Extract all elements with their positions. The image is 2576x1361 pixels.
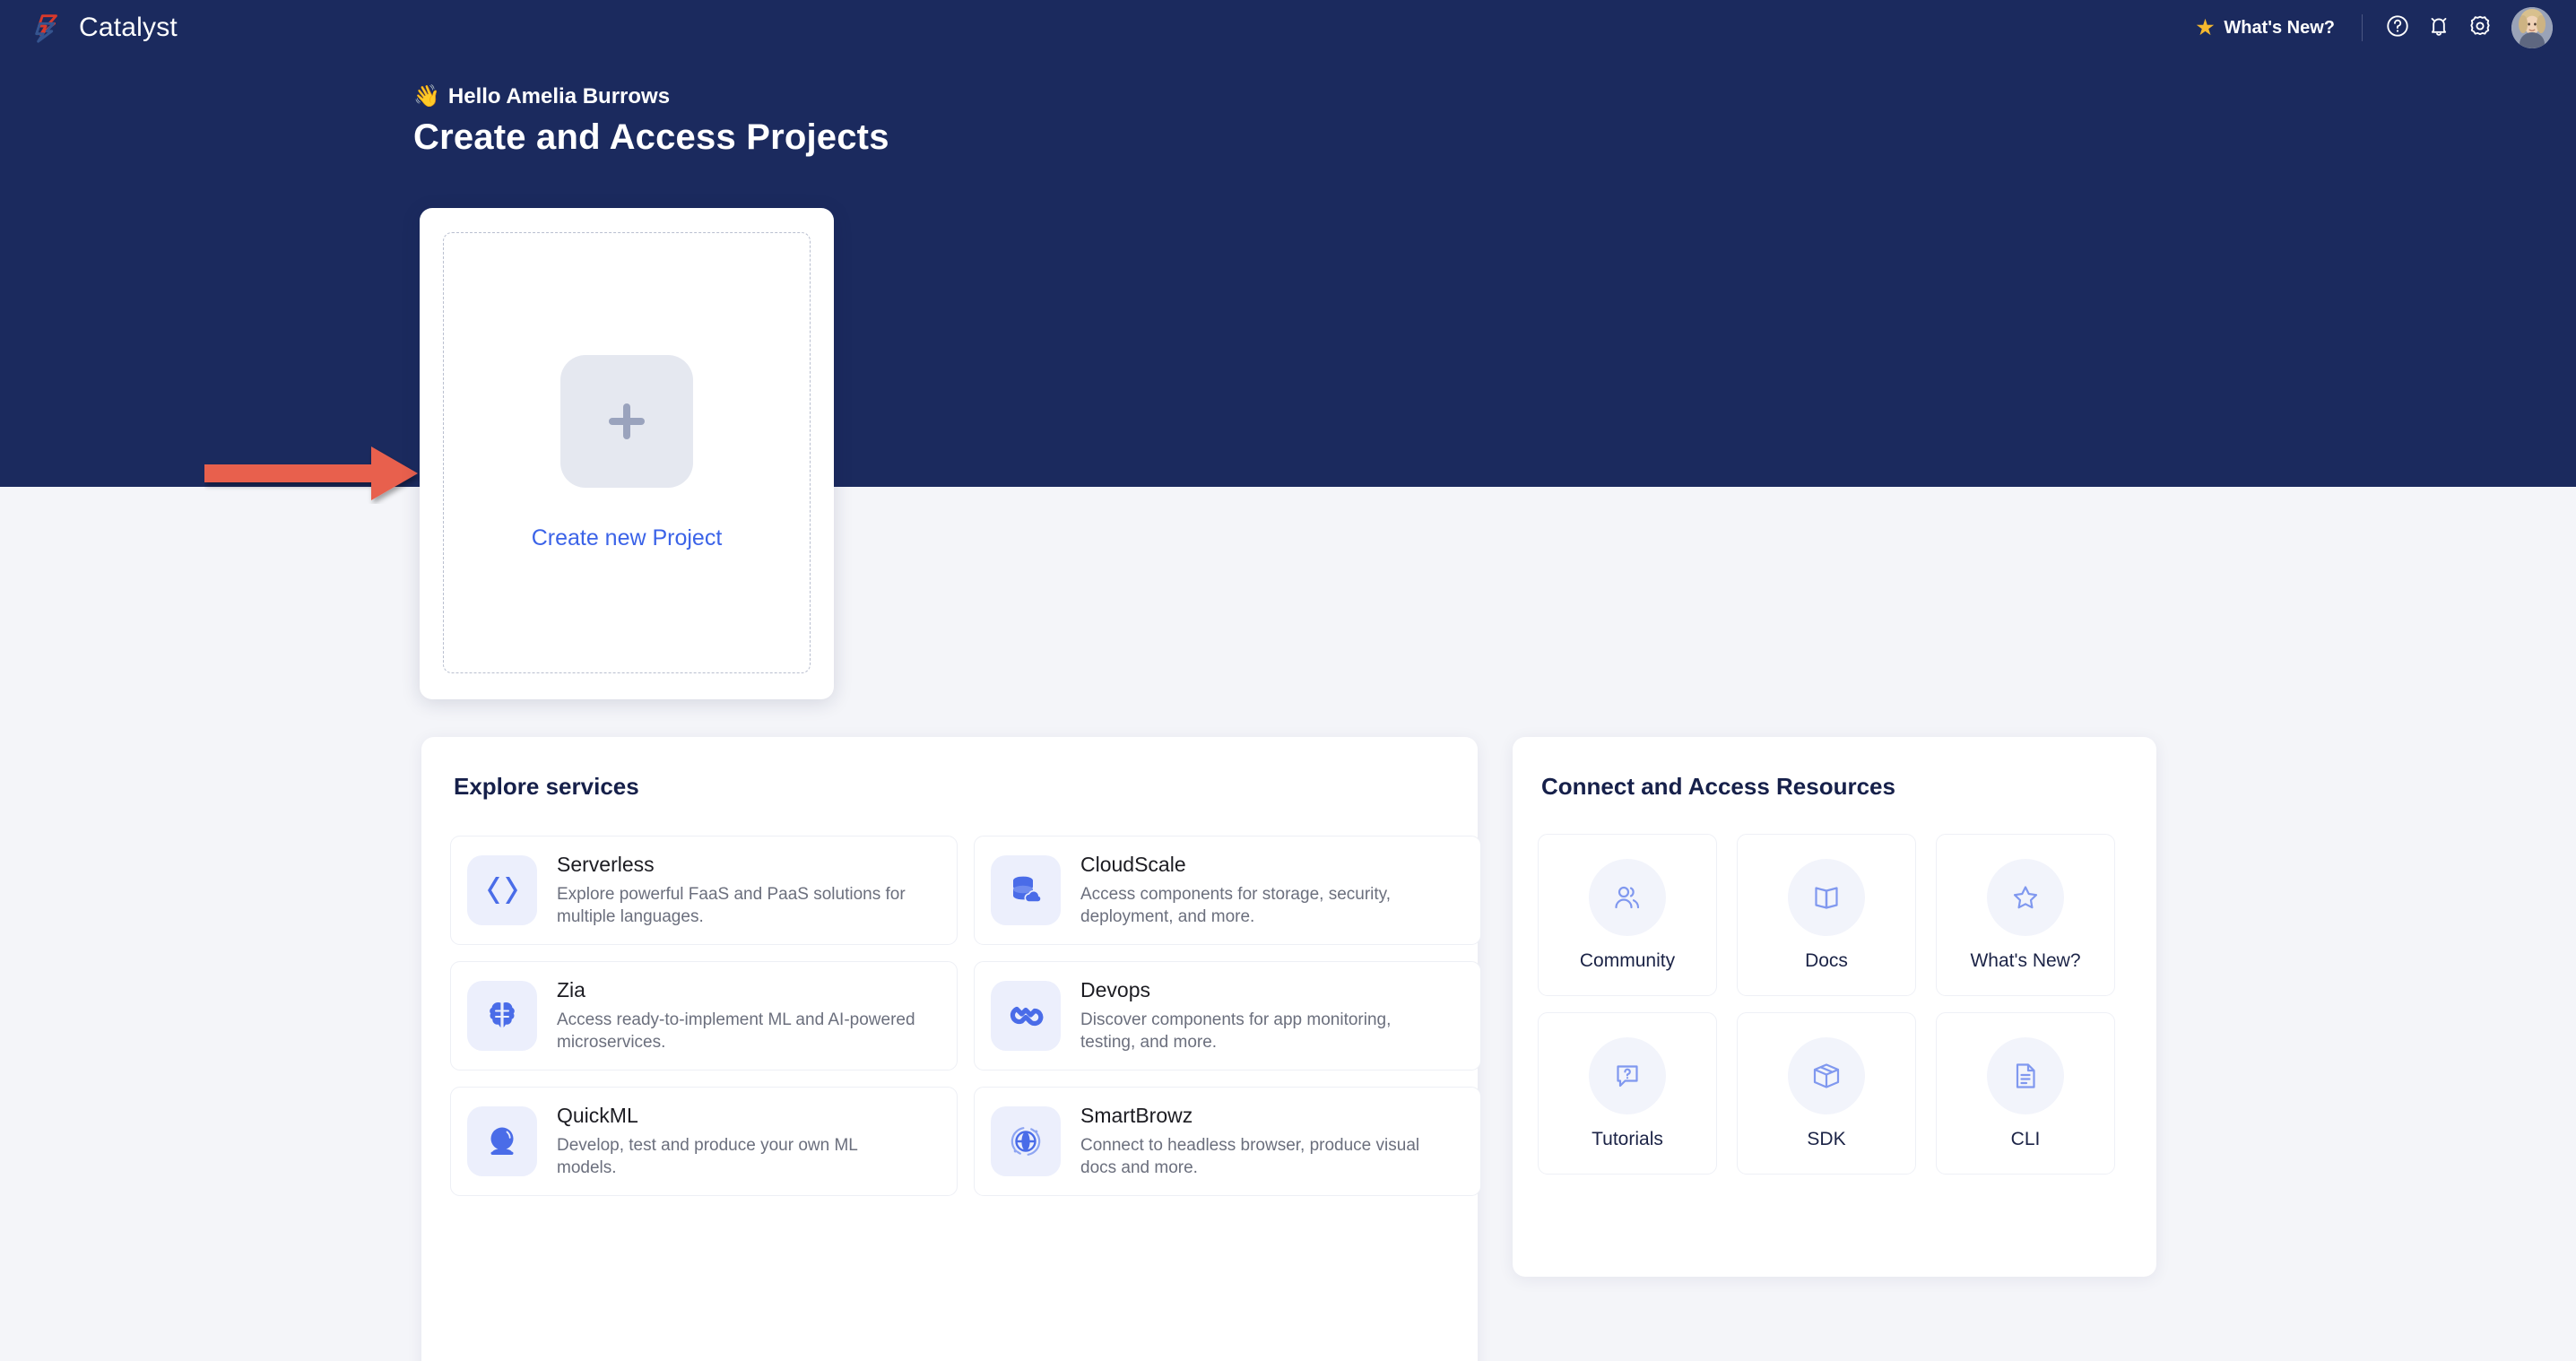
brand-name: Catalyst [79,13,178,42]
resources-grid: Community Docs What's New? Tutorials SDK… [1538,834,2115,1175]
notifications-button[interactable] [2418,7,2459,48]
database-cloud-icon [1013,876,1042,903]
resource-card-tutorials[interactable]: Tutorials [1538,1012,1717,1175]
people-icon [1615,886,1640,908]
hero-banner: Catalyst ★ What's New? 👋 Hello Amelia Bu… [0,0,2576,487]
service-card-smartbrowz[interactable]: SmartBrowz Connect to headless browser, … [974,1087,1481,1196]
whats-new-label: What's New? [2224,17,2335,38]
avatar[interactable] [2511,7,2553,48]
resource-card-community[interactable]: Community [1538,834,1717,996]
service-text: QuickML Develop, test and produce your o… [557,1104,915,1179]
brain-icon [490,1002,515,1027]
resource-icon-circle [1987,858,2064,936]
bell-icon [2426,13,2451,43]
resource-icon-circle [1589,1036,1666,1114]
resources-title: Connect and Access Resources [1541,773,1895,800]
annotation-arrow-icon [204,446,418,500]
package-box-icon [1813,1062,1840,1088]
resource-icon-circle [1788,858,1865,936]
infinity-loop-icon [1010,1006,1044,1027]
resource-label: Docs [1805,949,1848,971]
question-circle-icon [2385,13,2410,43]
service-icon-tile [467,855,537,925]
resource-label: CLI [2010,1128,2041,1149]
service-card-cloudscale[interactable]: CloudScale Access components for storage… [974,836,1481,945]
greeting-text: Hello Amelia Burrows [447,83,671,108]
service-desc: Access ready-to-implement ML and AI-powe… [557,1010,915,1052]
resource-label: What's New? [1970,949,2081,971]
resource-icon-circle [1987,1036,2064,1114]
resource-card-docs[interactable]: Docs [1737,834,1916,996]
service-icon-tile [467,981,537,1051]
create-project-dropzone[interactable]: Create new Project [443,232,811,673]
create-project-card[interactable]: Create new Project [420,208,834,699]
service-card-quickml[interactable]: QuickML Develop, test and produce your o… [450,1087,958,1196]
greeting-line: 👋 Hello Amelia Burrows [413,83,670,109]
service-name: Devops [1080,977,1150,1001]
app-root: Catalyst ★ What's New? 👋 Hello Amelia Bu… [0,0,2576,1361]
service-desc: Access components for storage, security,… [1080,884,1392,926]
globe-orbit-icon [1010,1126,1041,1157]
catalyst-chevron-logo-icon [30,11,65,45]
star-outline-icon [2013,885,2038,908]
resource-label: Community [1579,949,1676,971]
question-speech-bubble-icon [1617,1064,1638,1087]
settings-button[interactable] [2459,7,2501,48]
service-card-serverless[interactable]: Serverless Explore powerful FaaS and Paa… [450,836,958,945]
service-text: Devops Discover components for app monit… [1080,978,1439,1053]
top-bar-actions: ★ What's New? [2184,0,2553,56]
plus-icon [609,403,645,439]
service-card-zia[interactable]: Zia Access ready-to-implement ML and AI-… [450,961,958,1071]
resource-label: Tutorials [1592,1128,1663,1149]
service-icon-tile [991,855,1061,925]
service-icon-tile [467,1106,537,1176]
explore-services-title: Explore services [454,773,639,800]
star-icon: ★ [2196,16,2215,39]
resource-icon-circle [1589,858,1666,936]
open-book-icon [1815,886,1838,909]
waving-hand-icon: 👋 [413,84,440,108]
code-chevrons-icon [488,877,517,904]
service-name: Zia [557,977,585,1001]
resource-card-sdk[interactable]: SDK [1737,1012,1916,1175]
service-desc: Explore powerful FaaS and PaaS solutions… [557,884,906,926]
crystal-ball-icon [490,1127,514,1155]
plus-icon-tile [560,354,693,488]
service-text: Zia Access ready-to-implement ML and AI-… [557,978,915,1053]
page-title: Create and Access Projects [413,117,889,157]
service-text: Serverless Explore powerful FaaS and Paa… [557,853,915,928]
service-text: SmartBrowz Connect to headless browser, … [1080,1104,1439,1179]
service-icon-tile [991,981,1061,1051]
whats-new-button[interactable]: ★ What's New? [2184,13,2347,44]
service-name: Serverless [557,852,655,876]
top-navigation-bar: Catalyst ★ What's New? [0,0,2576,56]
service-desc: Develop, test and produce your own ML mo… [557,1135,858,1177]
service-name: QuickML [557,1103,638,1127]
service-desc: Discover components for app monitoring, … [1080,1010,1392,1052]
resource-label: SDK [1807,1128,1846,1149]
service-icon-tile [991,1106,1061,1176]
service-card-devops[interactable]: Devops Discover components for app monit… [974,961,1481,1071]
service-text: CloudScale Access components for storage… [1080,853,1439,928]
services-grid: Serverless Explore powerful FaaS and Paa… [450,836,1481,1196]
resource-icon-circle [1788,1036,1865,1114]
service-name: SmartBrowz [1080,1103,1193,1127]
user-avatar-icon [2511,7,2553,48]
service-name: CloudScale [1080,852,1186,876]
help-button[interactable] [2377,7,2418,48]
resource-card-whats-new[interactable]: What's New? [1936,834,2115,996]
gear-icon [2468,13,2493,43]
create-project-label: Create new Project [531,524,723,550]
connect-resources-panel: Connect and Access Resources Community D… [1513,737,2156,1277]
document-lines-icon [2016,1062,2035,1088]
explore-services-panel: Explore services Serverless Explore powe… [421,737,1481,1361]
resource-card-cli[interactable]: CLI [1936,1012,2115,1175]
brand-logo-group[interactable]: Catalyst [30,11,178,45]
topbar-divider [2362,14,2363,41]
service-desc: Connect to headless browser, produce vis… [1080,1135,1420,1177]
